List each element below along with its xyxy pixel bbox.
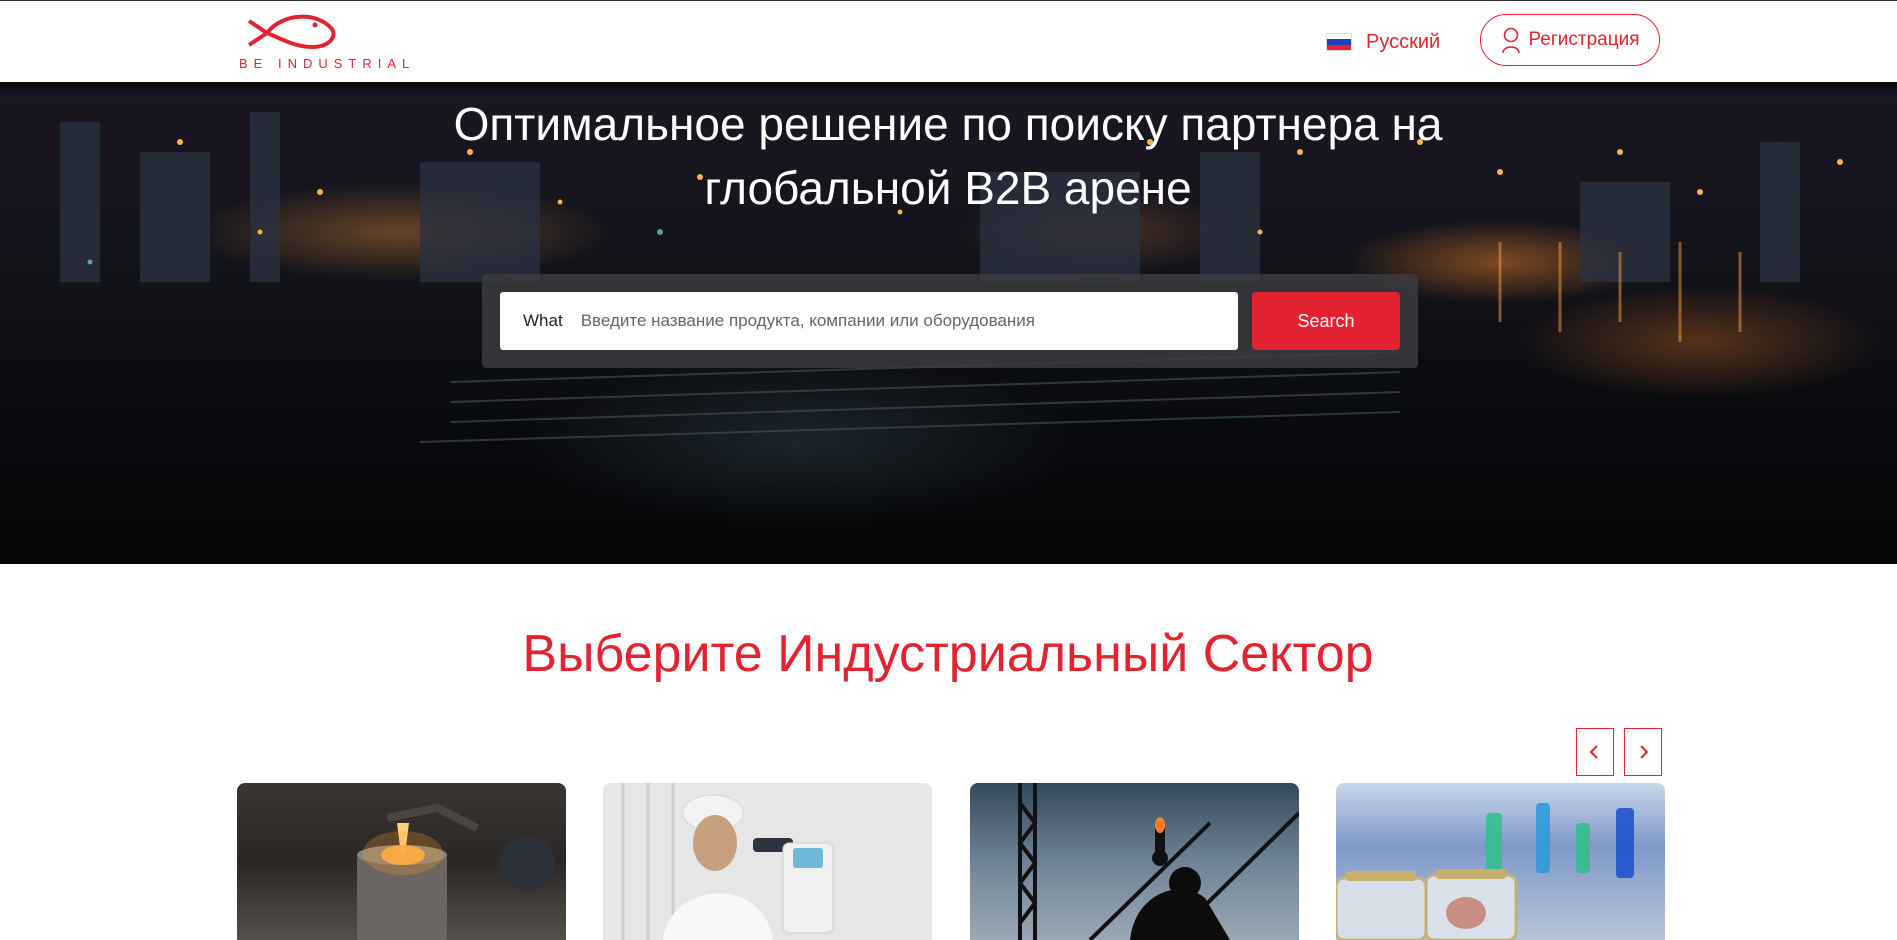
register-button[interactable]: Регистрация [1480,14,1660,66]
metal-casting-photo [357,803,555,940]
sector-card-metal-casting[interactable] [237,783,566,940]
chemical-lab-glassware-photo [1336,803,1634,940]
search-field: What [500,292,1238,350]
hero-banner: Оптимальное решение по поиску партнера н… [0,82,1897,564]
logo-text: BE INDUSTRIAL [239,56,416,71]
chevron-right-icon [1640,745,1649,759]
sector-card-construction[interactable] [970,783,1299,940]
fish-logo-icon [247,14,336,50]
site-header: BE INDUSTRIAL Русский Регистрация [0,1,1897,82]
sector-card-chemical[interactable] [1336,783,1665,940]
carousel-next-button[interactable] [1624,728,1662,776]
chevron-left-icon [1589,745,1598,759]
user-icon [1502,27,1521,54]
carousel-prev-button[interactable] [1576,728,1614,776]
site-logo[interactable]: BE INDUSTRIAL [237,9,409,75]
construction-worker-crane-photo [1017,783,1299,940]
laboratory-microscope-photo [603,783,932,940]
language-label: Русский [1366,30,1441,53]
language-selector[interactable]: Русский [1326,29,1440,55]
russia-flag-icon [1326,33,1352,51]
register-label: Регистрация [1528,29,1640,50]
sector-section-title: Выберите Индустриальный Сектор [522,625,1374,683]
search-button[interactable]: Search [1252,292,1400,350]
search-panel: What Search [482,274,1418,368]
search-field-label: What [523,311,563,330]
hero-title: Оптимальное решение по поиску партнера н… [453,98,1443,214]
sector-card-laboratory[interactable] [603,783,932,940]
search-input[interactable] [578,300,1223,342]
